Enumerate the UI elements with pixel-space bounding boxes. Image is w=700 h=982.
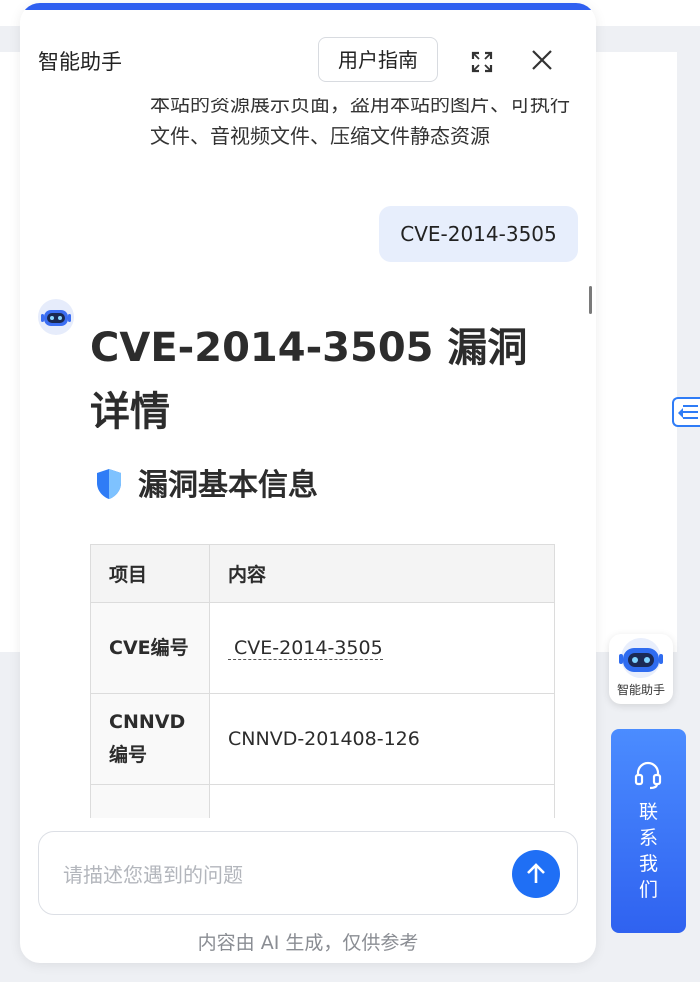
table-row: CVE编号 CVE-2014-3505: [90, 602, 555, 694]
section-heading: 漏洞基本信息: [90, 464, 560, 514]
assistant-chat-window: 本站的资源展示页面，盗用本站的图片、可执行文件、音视频文件、压缩文件静态资源 C…: [20, 3, 596, 963]
sidebar-toggle-button[interactable]: [672, 397, 700, 427]
previous-bot-message: 本站的资源展示页面，盗用本站的图片、可执行文件、音视频文件、压缩文件静态资源: [150, 98, 570, 148]
headset-icon: [634, 761, 662, 790]
table-header-row: 项目 内容: [90, 544, 555, 603]
floating-assistant-label: 智能助手: [616, 683, 665, 697]
table-row: CNNVD编号 CNNVD-201408-126: [90, 693, 555, 785]
close-icon[interactable]: [530, 48, 554, 72]
section-title: 漏洞基本信息: [138, 468, 318, 503]
floating-assistant-button[interactable]: 智能助手: [609, 634, 673, 704]
table-cell-value: CVE-2014-3505: [209, 602, 555, 694]
table-header: 项目: [90, 544, 210, 603]
shield-icon: [94, 467, 124, 514]
table-cell-value: CNNVD-201408-126: [209, 693, 555, 785]
table-cell-key: [90, 784, 210, 818]
cve-link[interactable]: CVE-2014-3505: [228, 637, 383, 660]
menu-line-icon: [683, 417, 698, 419]
question-input[interactable]: [61, 854, 485, 896]
send-button[interactable]: [512, 850, 560, 898]
table-cell-key: CVE编号: [90, 602, 210, 694]
contact-us-button[interactable]: 联系我们: [611, 729, 686, 933]
ai-disclaimer: 内容由 AI 生成，仅供参考: [197, 932, 419, 954]
chat-header: 智能助手 用户指南: [20, 10, 596, 98]
question-input-box: [38, 831, 578, 915]
window-title: 智能助手: [38, 50, 122, 74]
robot-icon: [619, 638, 663, 678]
window-accent-bar: [20, 3, 596, 10]
answer-title: CVE-2014-3505 漏洞详情: [90, 325, 528, 435]
scrollbar-thumb[interactable]: [589, 286, 592, 314]
page-background-panel: [596, 52, 677, 652]
bot-answer: CVE-2014-3505 漏洞详情 漏洞基本信息 项目 内容 CVE编号 CV…: [90, 316, 560, 818]
arrow-up-icon: [527, 863, 545, 883]
page-background-panel-left: [0, 52, 20, 652]
fullscreen-icon[interactable]: [470, 50, 494, 74]
user-message-bubble: CVE-2014-3505: [379, 206, 578, 262]
table-header: 内容: [209, 544, 555, 603]
table-row: [90, 784, 555, 818]
vulnerability-info-table: 项目 内容 CVE编号 CVE-2014-3505 CNNVD编号 CNNVD-…: [90, 544, 555, 818]
contact-us-label: 联系我们: [638, 801, 658, 901]
menu-line-icon: [683, 411, 698, 413]
table-cell-value: [209, 784, 555, 818]
table-cell-key: CNNVD编号: [90, 693, 210, 785]
menu-line-icon: [683, 405, 698, 407]
user-guide-button[interactable]: 用户指南: [318, 37, 438, 82]
bot-avatar-icon: [38, 299, 74, 335]
message-list[interactable]: 本站的资源展示页面，盗用本站的图片、可执行文件、音视频文件、压缩文件静态资源 C…: [20, 98, 596, 818]
